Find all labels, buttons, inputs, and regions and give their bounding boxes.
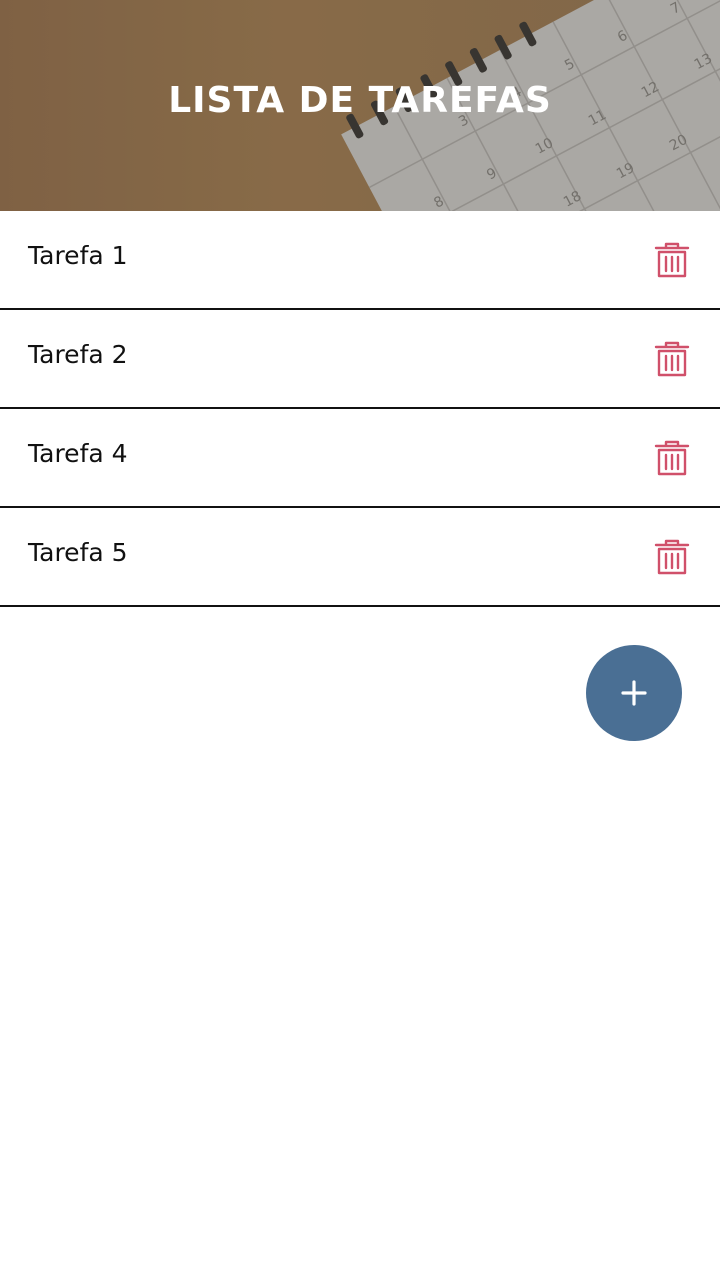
task-label: Tarefa 5	[28, 538, 128, 567]
add-task-button[interactable]	[586, 645, 682, 741]
plus-icon	[621, 680, 647, 706]
task-row[interactable]: Tarefa 5	[0, 508, 720, 607]
trash-icon[interactable]	[654, 538, 690, 576]
page-title: LISTA DE TAREFAS	[168, 80, 552, 121]
header-banner: 345 67 8910 111213 161718 1920 LISTA DE …	[0, 0, 720, 211]
task-row[interactable]: Tarefa 2	[0, 310, 720, 409]
task-label: Tarefa 4	[28, 439, 128, 468]
trash-icon[interactable]	[654, 439, 690, 477]
task-label: Tarefa 1	[28, 241, 128, 270]
task-list: Tarefa 1 Tarefa 2 Tarefa 4 Tarefa 5	[0, 211, 720, 607]
task-row[interactable]: Tarefa 4	[0, 409, 720, 508]
task-row[interactable]: Tarefa 1	[0, 211, 720, 310]
trash-icon[interactable]	[654, 340, 690, 378]
task-label: Tarefa 2	[28, 340, 128, 369]
trash-icon[interactable]	[654, 241, 690, 279]
